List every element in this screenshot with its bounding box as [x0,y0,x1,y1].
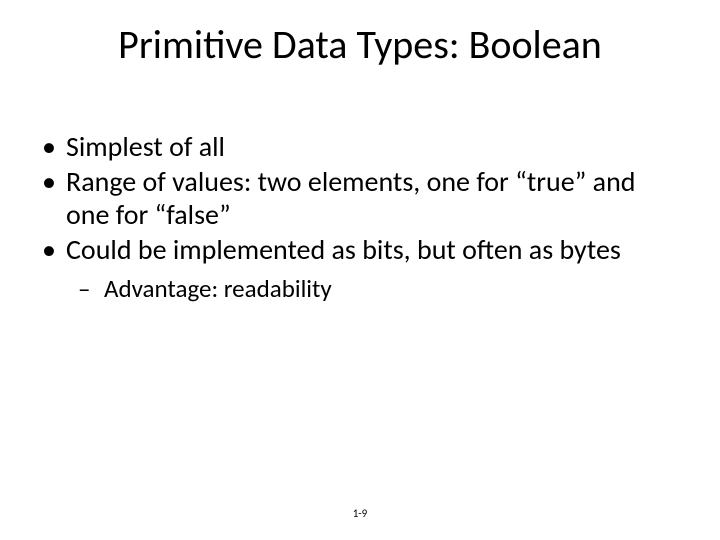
bullet-item: Could be implemented as bits, but often … [36,233,684,266]
slide: Primitive Data Types: Boolean Simplest o… [0,0,720,540]
sub-bullet-item: Advantage: readability [36,274,684,304]
slide-number: 1-9 [0,507,720,520]
slide-body: Simplest of all Range of values: two ele… [36,130,684,304]
bullet-item: Simplest of all [36,130,684,163]
bullet-item: Range of values: two elements, one for “… [36,165,684,231]
slide-title: Primitive Data Types: Boolean [0,20,720,69]
